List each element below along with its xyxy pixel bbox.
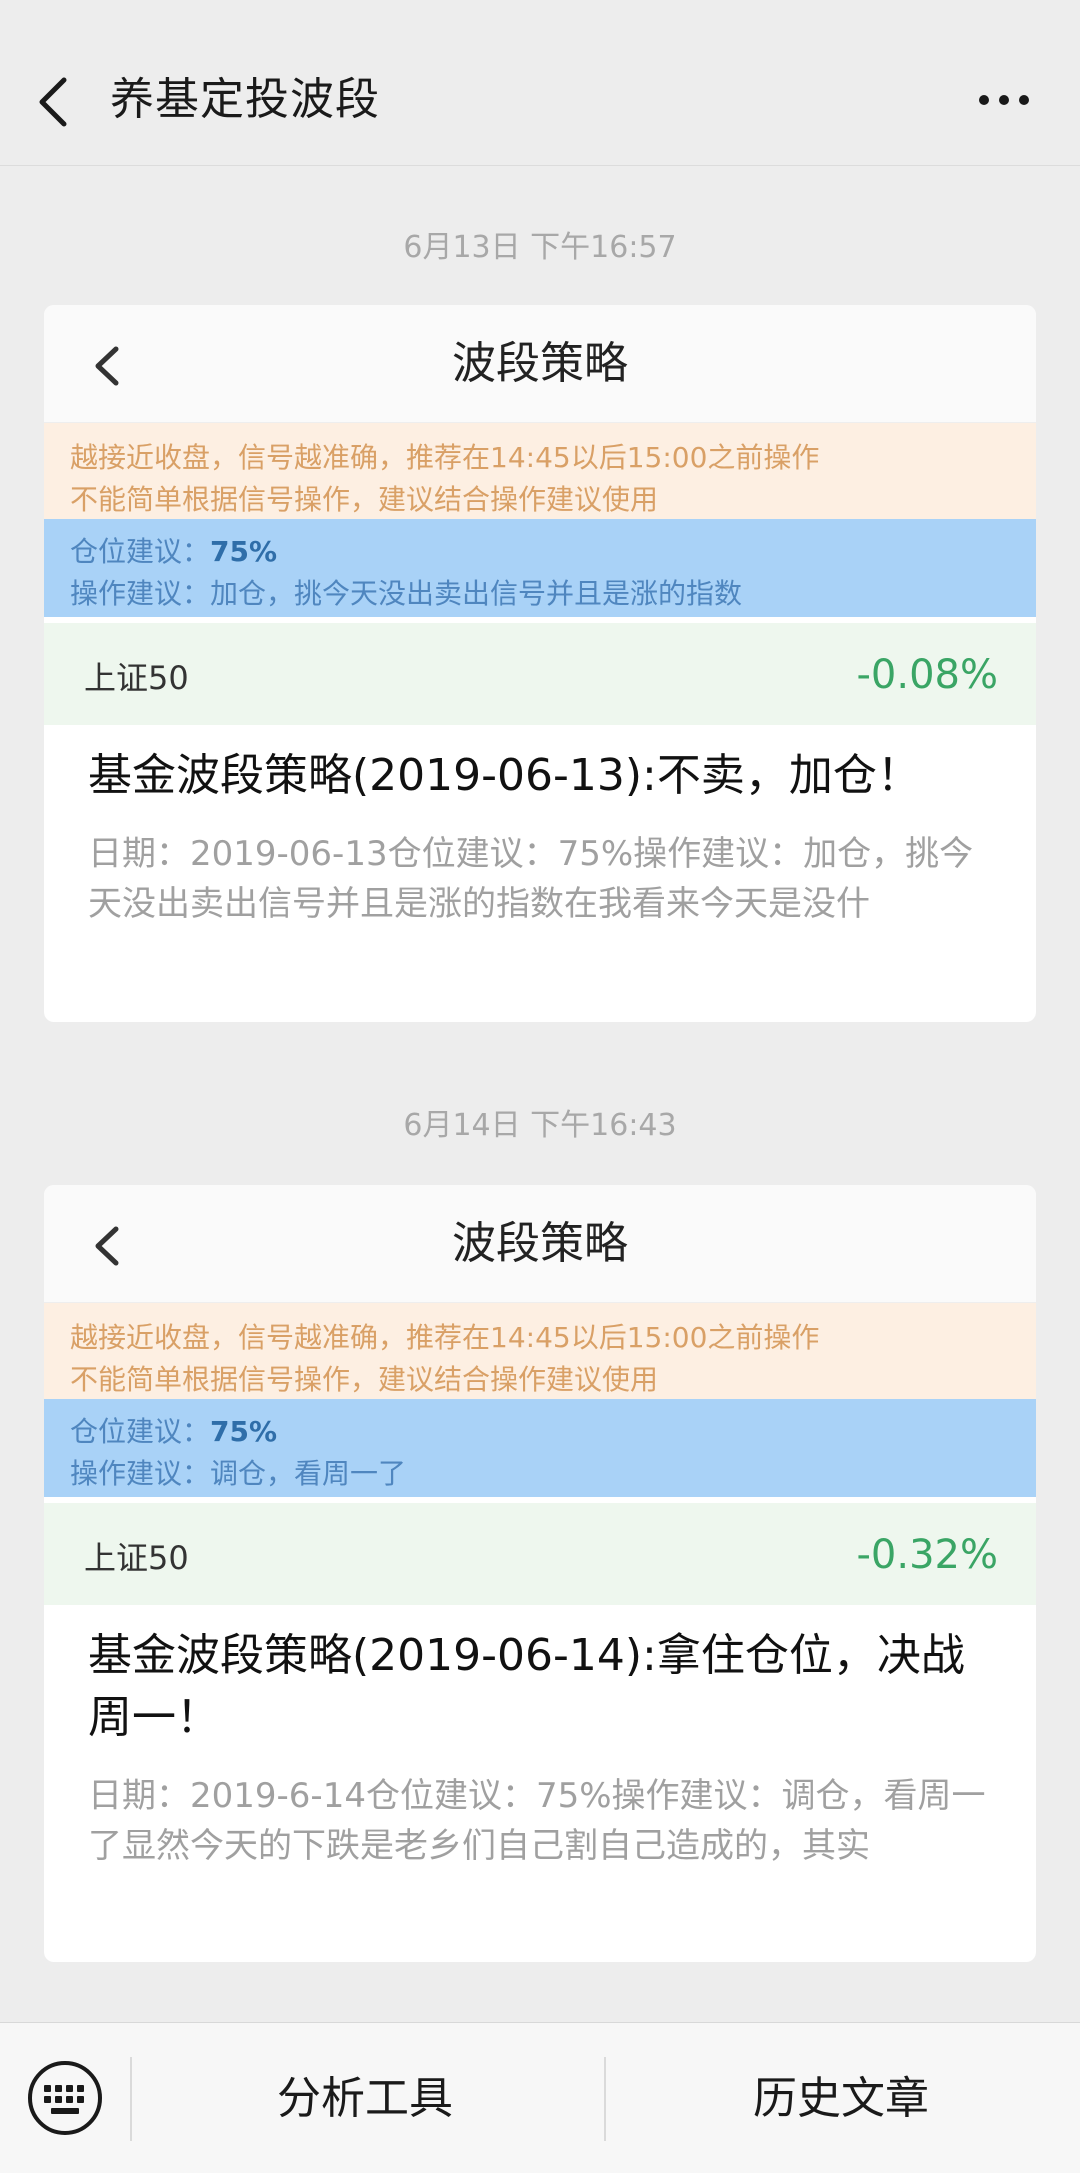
position-value: 75% xyxy=(210,1415,278,1448)
index-row: 上证50 -0.08% xyxy=(44,623,1036,725)
position-label: 仓位建议： xyxy=(70,1415,211,1448)
position-value: 75% xyxy=(210,535,278,568)
top-navbar: 养基定投波段 xyxy=(0,0,1080,166)
menu-item-analysis-tools[interactable]: 分析工具 xyxy=(140,2053,590,2145)
cover-header: 波段策略 xyxy=(44,305,1036,423)
warning-line: 不能简单根据信号操作，建议结合操作建议使用 xyxy=(70,483,659,516)
index-row: 上证50 -0.32% xyxy=(44,1503,1036,1605)
index-name: 上证50 xyxy=(84,659,189,697)
index-name: 上证50 xyxy=(84,1539,189,1577)
article-card[interactable]: 波段策略 越接近收盘，信号越准确，推荐在14:45以后15:00之前操作 不能简… xyxy=(44,305,1036,1022)
cover-title: 波段策略 xyxy=(452,1218,628,1269)
position-advice: 仓位建议：75% xyxy=(70,531,1036,573)
cover-advice: 仓位建议：75% 操作建议：加仓，挑今天没出卖出信号并且是涨的指数 xyxy=(44,519,1036,617)
page-title: 养基定投波段 xyxy=(110,74,380,125)
menu-item-history-articles[interactable]: 历史文章 xyxy=(616,2053,1066,2145)
article-title: 基金波段策略(2019-06-14):拿住仓位，决战周一！ xyxy=(88,1630,965,1743)
cover-warning: 越接近收盘，信号越准确，推荐在14:45以后15:00之前操作 不能简单根据信号… xyxy=(44,1303,1036,1399)
article-title: 基金波段策略(2019-06-13):不卖，加仓！ xyxy=(88,750,921,801)
cover-title: 波段策略 xyxy=(452,338,628,389)
index-change: -0.08% xyxy=(856,652,998,698)
message-timestamp: 6月14日 下午16:43 xyxy=(403,1108,677,1143)
keyboard-icon[interactable] xyxy=(26,2059,104,2137)
position-advice: 仓位建议：75% xyxy=(70,1411,1036,1453)
more-dots-icon[interactable] xyxy=(976,88,1032,112)
article-summary: 日期：2019-06-13仓位建议：75%操作建议：加仓，挑今天没出卖出信号并且… xyxy=(88,834,974,924)
cover-header: 波段策略 xyxy=(44,1185,1036,1303)
cover-advice: 仓位建议：75% 操作建议：调仓，看周一了 xyxy=(44,1399,1036,1497)
position-label: 仓位建议： xyxy=(70,535,211,568)
article-card[interactable]: 波段策略 越接近收盘，信号越准确，推荐在14:45以后15:00之前操作 不能简… xyxy=(44,1185,1036,1962)
article-summary: 日期：2019-6-14仓位建议：75%操作建议：调仓，看周一了显然今天的下跌是… xyxy=(88,1776,986,1866)
menu-divider xyxy=(130,2057,132,2141)
index-change: -0.32% xyxy=(856,1532,998,1578)
operation-advice: 操作建议：加仓，挑今天没出卖出信号并且是涨的指数 xyxy=(70,577,743,610)
warning-line: 不能简单根据信号操作，建议结合操作建议使用 xyxy=(70,1363,659,1396)
warning-line: 越接近收盘，信号越准确，推荐在14:45以后15:00之前操作 xyxy=(70,1321,820,1354)
back-chevron-left-icon[interactable] xyxy=(34,72,74,132)
message-timestamp: 6月13日 下午16:57 xyxy=(403,230,677,265)
operation-advice: 操作建议：调仓，看周一了 xyxy=(70,1457,407,1490)
cover-warning: 越接近收盘，信号越准确，推荐在14:45以后15:00之前操作 不能简单根据信号… xyxy=(44,423,1036,519)
menu-divider xyxy=(604,2057,606,2141)
warning-line: 越接近收盘，信号越准确，推荐在14:45以后15:00之前操作 xyxy=(70,441,820,474)
article-cover-image: 波段策略 越接近收盘，信号越准确，推荐在14:45以后15:00之前操作 不能简… xyxy=(44,305,1036,725)
bottom-menu-bar: 分析工具 历史文章 xyxy=(0,2022,1080,2173)
article-cover-image: 波段策略 越接近收盘，信号越准确，推荐在14:45以后15:00之前操作 不能简… xyxy=(44,1185,1036,1605)
